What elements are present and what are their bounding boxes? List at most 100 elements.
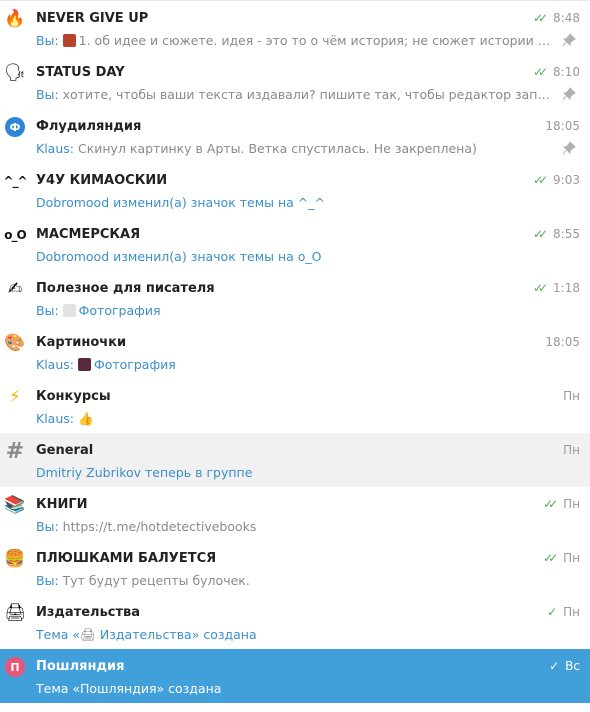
sender-name: Вы: [36,33,59,48]
double-check-icon: ✓✓ [532,281,548,295]
message-text: 1. об идее и сюжете. идея - это то о чём… [78,33,556,48]
chat-meta: ✓ Пн [547,605,580,619]
chat-preview: Dobromood изменил(а) значок темы на o_O [36,249,556,264]
burger-icon: 🍔 [4,549,26,569]
chat-meta: ✓ Вс [549,659,580,673]
caret-face-icon: ^_^ [3,170,27,192]
pin-icon [562,33,576,47]
image-thumbnail-icon [62,34,76,47]
chat-meta: ✓✓ 9:03 [533,173,580,187]
message-text: Тема «Пошляндия» создана [36,681,222,696]
chat-item[interactable]: ✍ Полезное для писателя ✓✓ 1:18 Вы: Фото… [0,271,590,325]
chat-preview: Вы: Тут будут рецепты булочек. [36,573,556,588]
chat-item[interactable]: 🗣 STATUS DAY ✓✓ 8:10 Вы: хотите, чтобы в… [0,55,590,109]
chat-title: МАСМЕРСКАЯ [36,227,141,242]
chat-item[interactable]: # General Пн Dmitriy Zubrikov теперь в г… [0,433,590,487]
hash-icon: # [5,438,25,464]
chat-meta: ✓✓ Пн [543,551,580,565]
chat-preview: Вы: хотите, чтобы ваши текста издавали? … [36,87,556,102]
chat-item[interactable]: 🎨 Картиночки 18:05 Klaus: Фотография [0,325,590,379]
chat-time: Пн [563,389,580,403]
chat-preview: Вы: Фотография [36,303,556,318]
fire-icon: 🔥 [4,9,26,29]
message-text: Фотография [78,303,161,318]
chat-item[interactable]: ⚡ Конкурсы Пн Klaus: 👍 [0,379,590,433]
chat-title: General [36,443,94,458]
message-text: теперь в группе [145,465,253,480]
chat-time: 8:55 [553,227,580,241]
chat-meta: ✓✓ Пн [543,497,580,511]
chat-preview: Dobromood изменил(а) значок темы на ^_^ [36,195,556,210]
sender-name: Вы: [36,573,59,588]
sender-name: Klaus: [36,411,74,426]
double-check-icon: ✓✓ [532,65,548,79]
chat-time: Пн [563,551,580,565]
double-check-icon: ✓✓ [543,551,558,565]
printer-icon: 🖨 [4,603,26,623]
chat-title: STATUS DAY [36,65,125,80]
lightning-icon: ⚡ [9,387,21,407]
chat-item[interactable]: o_O МАСМЕРСКАЯ ✓✓ 8:55 Dobromood изменил… [0,217,590,271]
chat-meta: ✓✓ 8:48 [533,11,580,25]
message-text: хотите, чтобы ваши текста издавали? пиши… [62,87,556,102]
message-text: Тут будут рецепты булочек. [62,573,250,588]
chat-item[interactable]: П Пошляндия ✓ Вс Тема «Пошляндия» создан… [0,649,590,703]
o-face-icon: o_O [4,224,26,246]
chat-time: Пн [563,605,580,619]
badge-letter: Ф [5,117,25,137]
chat-meta: 18:05 [545,335,580,349]
chat-item[interactable]: 📚 КНИГИ ✓✓ Пн Вы: https://t.me/hotdetect… [0,487,590,541]
face-glyph: o_O [4,228,26,242]
pin-icon [562,141,576,155]
sender-name: Dmitriy Zubrikov [36,465,142,480]
image-thumbnail-icon [62,304,76,317]
quill-icon: ✍ [7,279,23,299]
printer-icon: 🖨 [80,627,96,642]
chat-item[interactable]: Ф Флудиляндия 18:05 Klaus: Скинул картин… [0,109,590,163]
sender-name: Klaus: [36,357,74,372]
chat-preview: Тема «🖨 Издательства» создана [36,627,556,643]
chat-item[interactable]: 🖨 Издательства ✓ Пн Тема «🖨 Издательства… [0,595,590,649]
chat-meta: ✓✓ 1:18 [533,281,580,295]
chat-title: Конкурсы [36,389,111,404]
chat-preview: Вы: 1. об идее и сюжете. идея - это то о… [36,33,556,48]
chat-item[interactable]: 🔥 NEVER GIVE UP ✓✓ 8:48 Вы: 1. об идее и… [0,1,590,55]
chat-list: 🔥 NEVER GIVE UP ✓✓ 8:48 Вы: 1. об идее и… [0,0,590,703]
chat-title: NEVER GIVE UP [36,11,149,26]
face-glyph: ^_^ [3,174,27,188]
check-icon: ✓ [549,659,560,673]
message-text: Фотография [93,357,176,372]
chat-title: Издательства [36,605,141,620]
flud-badge-icon: Ф [4,116,26,138]
sender-name: Dobromood [36,249,110,264]
chat-title: Картиночки [36,335,127,350]
chat-meta: 18:05 [545,119,580,133]
image-thumbnail-icon [77,358,91,371]
sender-name: Klaus: [36,141,74,156]
badge-letter: П [5,657,25,677]
chat-item[interactable]: 🍔 ПЛЮШКАМИ БАЛУЕТСЯ ✓✓ Пн Вы: Тут будут … [0,541,590,595]
sender-name: Вы: [36,87,59,102]
check-icon: ✓ [547,605,558,619]
chat-meta: Пн [563,443,580,457]
chat-meta: ✓✓ 8:55 [533,227,580,241]
chat-time: 8:10 [553,65,580,79]
sender-name: Dobromood [36,195,110,210]
chat-time: Вс [565,659,580,673]
message-text: изменил(а) значок темы на o_O [113,249,322,264]
message-text: Издательства» создана [99,627,257,642]
chat-preview: Klaus: Фотография [36,357,556,372]
chat-title: ПЛЮШКАМИ БАЛУЕТСЯ [36,551,217,566]
chat-title: Полезное для писателя [36,281,215,296]
chat-item[interactable]: ^_^ У4У КИМАОСКИИ ✓✓ 9:03 Dobromood изме… [0,163,590,217]
chat-time: 8:48 [553,11,580,25]
chat-title: Флудиляндия [36,119,142,134]
chat-preview: Dmitriy Zubrikov теперь в группе [36,465,556,480]
double-check-icon: ✓✓ [532,173,548,187]
chat-title: У4У КИМАОСКИИ [36,173,168,188]
sender-name: Тема « [36,627,81,642]
message-text: Скинул картинку в Арты. Ветка спустилась… [77,141,477,156]
palette-icon: 🎨 [4,333,26,353]
chat-preview: Klaus: Скинул картинку в Арты. Ветка спу… [36,141,556,156]
sender-name: Вы: [36,519,59,534]
